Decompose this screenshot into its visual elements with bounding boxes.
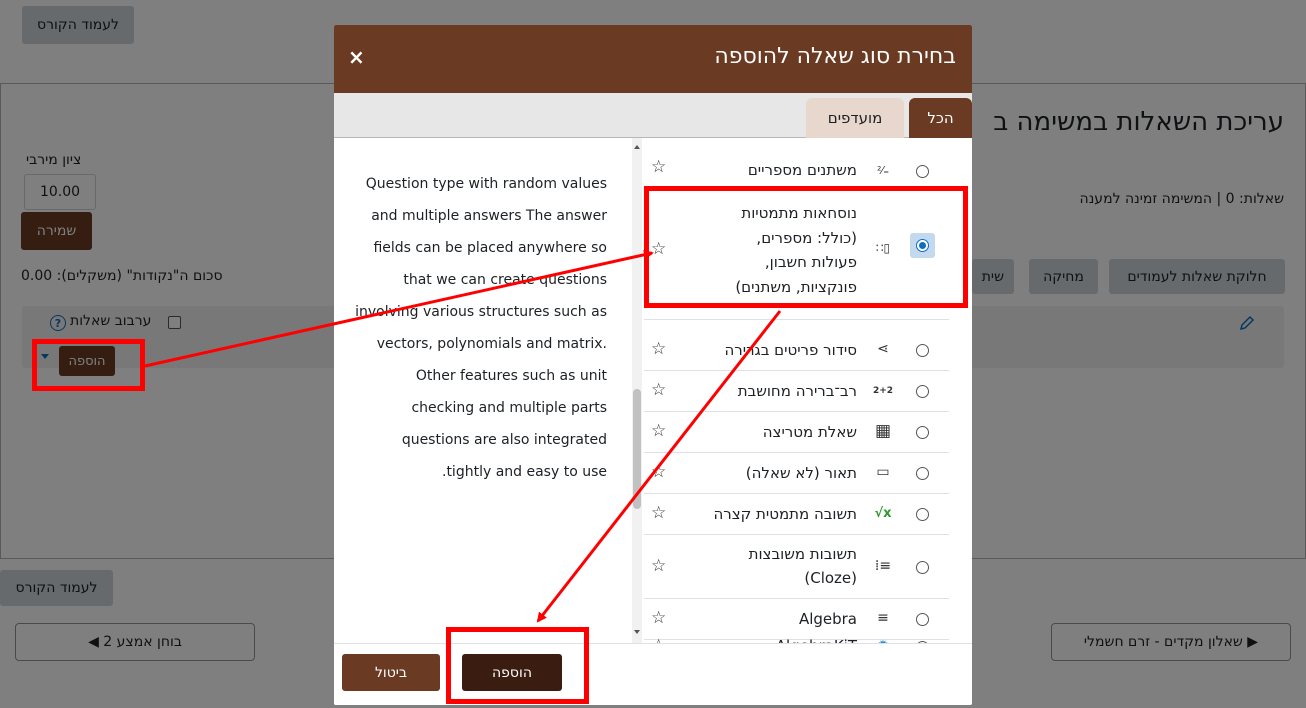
algebra-icon: ≡ bbox=[877, 610, 889, 626]
question-type-name: תשובות משובצות (Cloze) bbox=[749, 542, 857, 590]
annotation-highlight-formulas-row bbox=[644, 186, 968, 308]
cancel-button[interactable]: ביטול bbox=[342, 654, 440, 691]
annotation-highlight-add-button bbox=[446, 627, 589, 704]
tab-all[interactable]: הכל bbox=[909, 98, 972, 138]
scroll-thumb[interactable] bbox=[633, 389, 641, 509]
star-icon[interactable]: ☆ bbox=[651, 421, 666, 441]
question-type-name: משתנים מספריים bbox=[747, 161, 857, 179]
radio-button[interactable] bbox=[916, 467, 929, 480]
question-type-name: תאור (לא שאלה) bbox=[745, 464, 857, 482]
modal-header: בחירת סוג שאלה להוספה × bbox=[334, 25, 972, 93]
scroll-down-icon[interactable] bbox=[634, 630, 640, 634]
question-type-name: תשובה מתמטית קצרה bbox=[713, 505, 857, 523]
numeric-variables-icon: ²⁄₌ bbox=[876, 163, 890, 177]
question-type-name: סידור פריטים בגרירה bbox=[724, 341, 857, 359]
question-type-row[interactable]: ☆ משתנים מספריים ²⁄₌ bbox=[644, 138, 949, 190]
question-type-row[interactable]: ☆ תשובות משובצות (Cloze) ⁞≡ bbox=[644, 535, 949, 599]
calculated-multichoice-icon: 2+2 bbox=[872, 386, 894, 396]
stack-icon: √x bbox=[874, 505, 892, 521]
modal-title: בחירת סוג שאלה להוספה bbox=[714, 44, 956, 69]
star-icon[interactable]: ☆ bbox=[651, 608, 666, 628]
modal-tabs: הכל מועדפים bbox=[334, 93, 972, 138]
name-line: תשובות משובצות bbox=[748, 545, 857, 563]
radio-button[interactable] bbox=[916, 344, 929, 357]
star-icon[interactable]: ☆ bbox=[651, 503, 666, 523]
annotation-highlight-add-dropdown bbox=[32, 339, 145, 391]
radio-button[interactable] bbox=[916, 508, 929, 521]
question-type-row[interactable]: ☆ סידור פריטים בגרירה ⋖ bbox=[644, 330, 949, 371]
name-line: (Cloze) bbox=[804, 569, 857, 587]
radio-button[interactable] bbox=[916, 385, 929, 398]
radio-button[interactable] bbox=[916, 561, 929, 574]
ordering-icon: ⋖ bbox=[877, 341, 889, 357]
matrix-icon: ▦ bbox=[874, 421, 892, 441]
question-type-row[interactable]: ☆ תאור (לא שאלה) ▭ bbox=[644, 453, 949, 494]
star-icon[interactable]: ☆ bbox=[651, 339, 666, 359]
star-icon[interactable]: ☆ bbox=[651, 157, 666, 177]
star-icon[interactable]: ☆ bbox=[651, 636, 666, 643]
question-type-name: שאלת מטריצה bbox=[762, 423, 857, 441]
star-icon[interactable]: ☆ bbox=[651, 380, 666, 400]
question-type-description: Question type with random values and mul… bbox=[355, 176, 607, 480]
cloze-icon: ⁞≡ bbox=[874, 558, 892, 574]
close-icon[interactable]: × bbox=[348, 45, 365, 69]
modal-footer: ביטול הוספה bbox=[334, 643, 972, 705]
scroll-up-icon[interactable] bbox=[634, 145, 640, 149]
question-chooser-modal: בחירת סוג שאלה להוספה × הכל מועדפים Ques… bbox=[334, 25, 972, 705]
question-type-name: AlgebraKiT bbox=[776, 634, 857, 643]
question-type-row[interactable]: ☆ תשובה מתמטית קצרה √x bbox=[644, 494, 949, 535]
algebrakit-icon: ✹ bbox=[873, 636, 893, 643]
radio-button[interactable] bbox=[916, 613, 929, 626]
question-type-name: Algebra bbox=[798, 610, 857, 628]
question-type-row[interactable]: ☆ שאלת מטריצה ▦ bbox=[644, 412, 949, 453]
star-icon[interactable]: ☆ bbox=[651, 462, 666, 482]
tab-favourites[interactable]: מועדפים bbox=[806, 98, 904, 138]
description-icon: ▭ bbox=[876, 464, 890, 480]
radio-button[interactable] bbox=[916, 426, 929, 439]
radio-button[interactable] bbox=[916, 165, 929, 178]
star-icon[interactable]: ☆ bbox=[651, 556, 666, 576]
question-type-name: רב־ברירה מחושבת bbox=[737, 382, 857, 400]
list-scrollbar[interactable] bbox=[632, 138, 642, 643]
question-type-row[interactable]: ☆ רב־ברירה מחושבת 2+2 bbox=[644, 371, 949, 412]
